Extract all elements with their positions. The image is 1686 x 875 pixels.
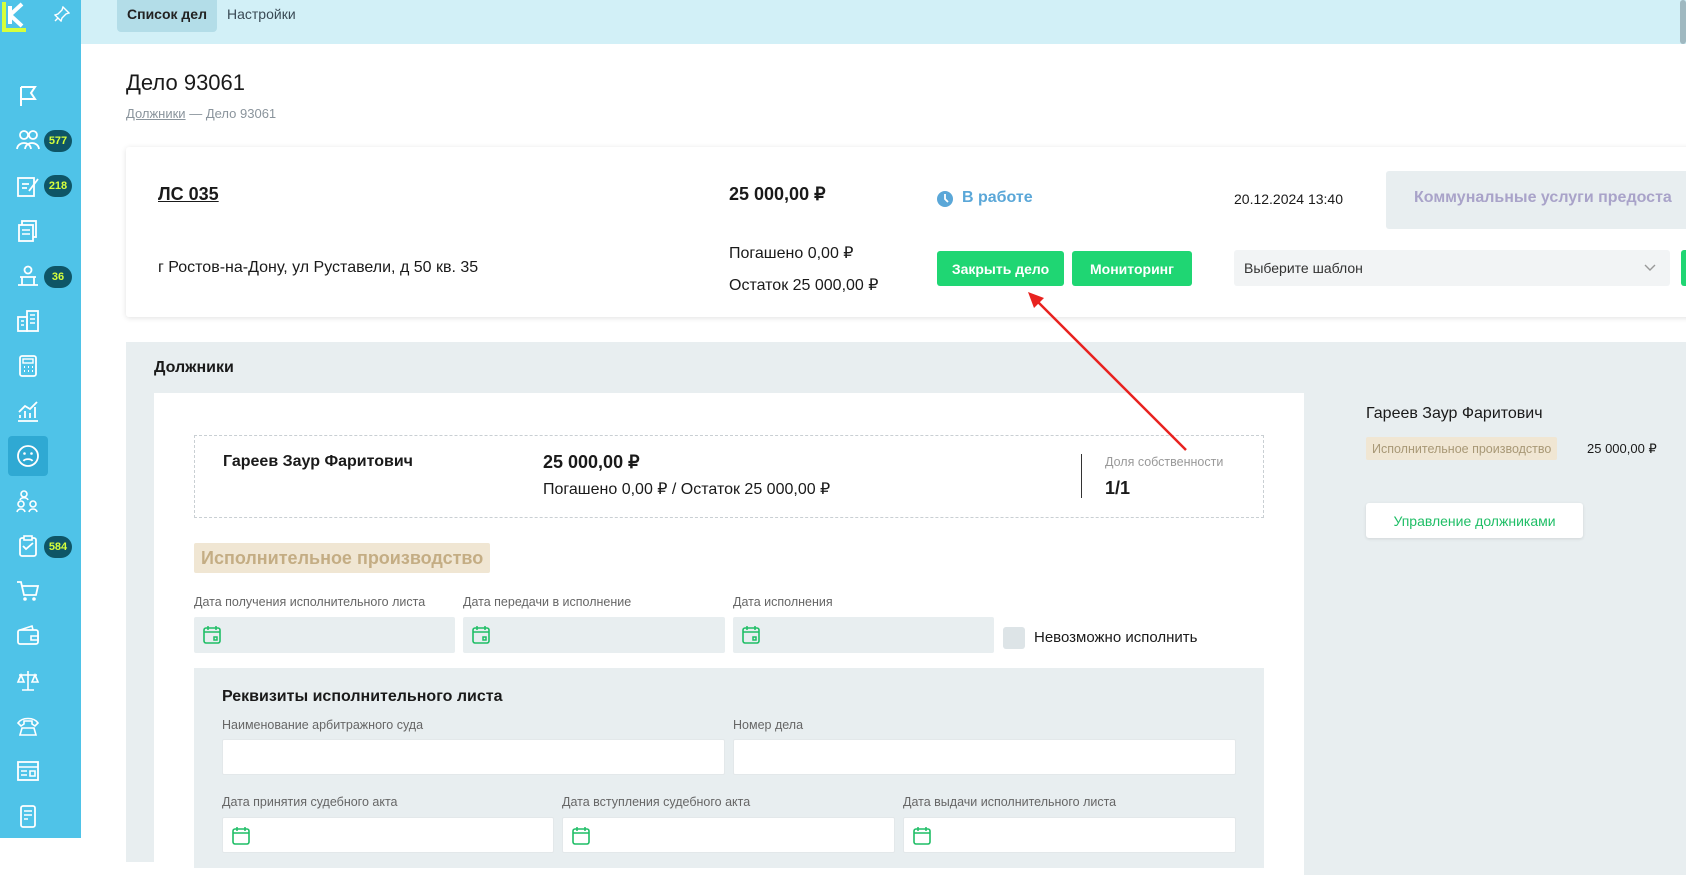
sad-face-icon[interactable] — [8, 436, 48, 476]
sidebar: 577 218 36 584 — [0, 0, 81, 838]
date-exec-input[interactable] — [733, 617, 994, 653]
court-person-icon[interactable] — [8, 256, 48, 296]
right-stage-badge: Исполнительное производство — [1366, 437, 1558, 460]
monitoring-button[interactable]: Мониторинг — [1072, 251, 1192, 286]
calendar-icon[interactable] — [471, 625, 491, 645]
share-label: Доля собственности — [1105, 455, 1224, 469]
calendar-icon[interactable] — [202, 625, 222, 645]
calendar-icon[interactable] — [912, 826, 932, 846]
task-checklist-icon[interactable] — [8, 526, 48, 566]
date-effective-input[interactable] — [562, 817, 895, 853]
impossible-label: Невозможно исполнить — [1034, 629, 1198, 646]
page-title: Дело 93061 — [126, 70, 246, 95]
right-amount: 25 000,00 ₽ — [1587, 441, 1657, 456]
flag-icon[interactable] — [8, 76, 48, 116]
people-network-icon[interactable] — [8, 481, 48, 521]
debtor-name: Гареев Заур Фаритович — [223, 453, 413, 470]
date-act-input[interactable] — [222, 817, 554, 853]
calendar-icon[interactable] — [231, 826, 251, 846]
case-number-input[interactable] — [733, 739, 1236, 775]
buildings-icon[interactable] — [8, 301, 48, 341]
documents-icon[interactable] — [8, 211, 48, 251]
date-issue-input[interactable] — [903, 817, 1236, 853]
date-exec-label: Дата исполнения — [733, 595, 833, 609]
clock-icon — [936, 190, 954, 208]
tab-cases[interactable]: Список дел — [117, 0, 217, 32]
device-icon[interactable] — [8, 796, 48, 836]
manage-debtors-button[interactable]: Управление должниками — [1366, 503, 1583, 538]
service-box: Коммунальные услуги предоста — [1386, 171, 1686, 229]
logo-icon[interactable] — [0, 0, 40, 34]
debtors-title: Должники — [154, 359, 234, 376]
date-act-label: Дата принятия судебного акта — [222, 795, 398, 809]
top-bar: Список дел Настройки — [81, 0, 1686, 44]
pin-icon[interactable] — [53, 5, 71, 23]
chevron-down-icon — [1644, 264, 1656, 271]
debtors-badge: 577 — [44, 130, 72, 152]
service-label: Коммунальные услуги предоста — [1414, 189, 1672, 206]
hearings-badge: 36 — [44, 266, 72, 288]
close-case-button[interactable]: Закрыть дело — [937, 251, 1064, 286]
share-value: 1/1 — [1105, 478, 1131, 498]
template-select-value: Выберите шаблон — [1244, 260, 1363, 276]
debtor-paid-rest: Погашено 0,00 ₽ / Остаток 25 000,00 ₽ — [543, 481, 831, 498]
scrollbar[interactable] — [1680, 0, 1686, 44]
debtor-summary-box — [194, 435, 1264, 518]
court-name-input[interactable] — [222, 739, 725, 775]
breadcrumb-separator: — — [189, 106, 203, 121]
template-select[interactable]: Выберите шаблон — [1234, 250, 1670, 286]
scales-icon[interactable] — [8, 661, 48, 701]
case-amount: 25 000,00 ₽ — [729, 184, 826, 204]
extra-green-button[interactable] — [1681, 250, 1686, 286]
account-link[interactable]: ЛС 035 — [158, 184, 219, 205]
tasks-badge: 584 — [44, 536, 72, 558]
tab-settings[interactable]: Настройки — [217, 0, 306, 32]
case-datetime: 20.12.2024 13:40 — [1234, 191, 1343, 207]
calendar-icon[interactable] — [571, 826, 591, 846]
browser-window-icon[interactable] — [8, 751, 48, 791]
date-received-input[interactable] — [194, 617, 455, 653]
case-remaining: Остаток 25 000,00 ₽ — [729, 277, 879, 294]
calendar-icon[interactable] — [741, 625, 761, 645]
date-issue-label: Дата выдачи исполнительного листа — [903, 795, 1117, 809]
divider — [1081, 454, 1082, 498]
date-transfer-label: Дата передачи в исполнение — [463, 595, 632, 609]
case-paid: Погашено 0,00 ₽ — [729, 245, 854, 262]
phone-icon[interactable] — [8, 706, 48, 746]
date-transfer-input[interactable] — [463, 617, 725, 653]
requisites-title: Реквизиты исполнительного листа — [222, 688, 503, 705]
court-name-label: Наименование арбитражного суда — [222, 718, 424, 732]
status-label: В работе — [962, 189, 1033, 206]
debtor-amount: 25 000,00 ₽ — [543, 452, 640, 472]
stage-title: Исполнительное производство — [194, 543, 491, 573]
calculator-icon[interactable] — [8, 346, 48, 386]
date-effective-label: Дата вступления судебного акта — [562, 795, 751, 809]
breadcrumb: Должники — Дело 93061 — [126, 106, 276, 121]
breadcrumb-current: Дело 93061 — [205, 106, 277, 121]
wallet-icon[interactable] — [8, 616, 48, 656]
edit-document-icon[interactable] — [8, 166, 48, 206]
edits-badge: 218 — [44, 175, 72, 197]
impossible-checkbox[interactable] — [1003, 627, 1025, 649]
date-received-label: Дата получения исполнительного листа — [194, 595, 426, 609]
breadcrumb-link-debtors[interactable]: Должники — [126, 106, 186, 121]
case-address: г Ростов-на-Дону, ул Руставели, д 50 кв.… — [158, 259, 479, 276]
right-debtor-name[interactable]: Гареев Заур Фаритович — [1366, 405, 1543, 423]
cart-icon[interactable] — [8, 571, 48, 611]
debtors-group-icon[interactable] — [8, 120, 48, 160]
analytics-icon[interactable] — [8, 391, 48, 431]
case-number-label: Номер дела — [733, 718, 804, 732]
